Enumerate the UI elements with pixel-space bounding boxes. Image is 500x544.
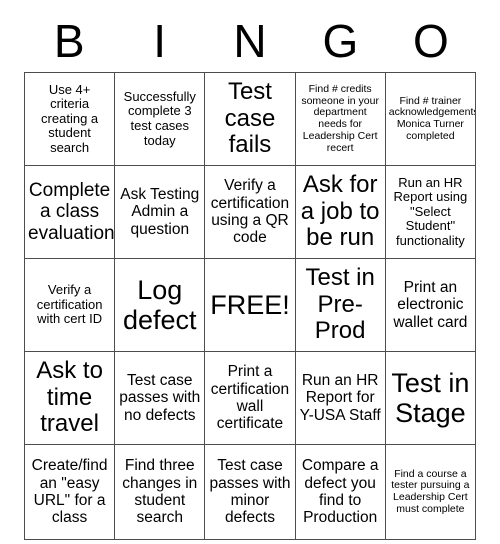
bingo-cell-text: Successfully complete 3 test cases today (123, 88, 196, 148)
bingo-cell[interactable]: Ask Testing Admin a question (114, 165, 206, 259)
bingo-cell-text: Run an HR Report for Y-USA Staff (299, 371, 381, 424)
bingo-grid: Use 4+ criteria creating a student searc… (23, 72, 477, 540)
bingo-cell-text: Compare a defect you find to Production (301, 457, 379, 527)
bingo-cell-text: Ask Testing Admin a question (120, 185, 200, 238)
bingo-cell[interactable]: Test case passes with no defects (114, 351, 206, 445)
bingo-letter-g: G (322, 15, 359, 67)
bingo-row: Complete a class evaluation Ask Testing … (23, 165, 477, 259)
bingo-cell-text: Use 4+ criteria creating a student searc… (41, 81, 99, 155)
bingo-cell[interactable]: Print a certification wall certificate (204, 351, 296, 445)
bingo-cell-text: Complete a class evaluation (28, 180, 115, 244)
bingo-cell[interactable]: Compare a defect you find to Production (294, 444, 386, 540)
bingo-cell-text: Verify a certification using a QR code (210, 177, 290, 247)
bingo-card: B I N G O Use 4+ criteria creating a stu… (0, 0, 500, 544)
bingo-cell[interactable]: Find # trainer acknowledgements Monica T… (384, 72, 477, 166)
bingo-cell-text: Run an HR Report using "Select Student" … (393, 174, 468, 248)
bingo-cell[interactable]: Ask to time travel (23, 351, 116, 445)
bingo-cell[interactable]: Run an HR Report for Y-USA Staff (294, 351, 386, 445)
bingo-cell-text: Log defect (123, 274, 197, 335)
bingo-cell-text: FREE! (210, 289, 290, 320)
bingo-cell[interactable]: Create/find an "easy URL" for a class (23, 444, 116, 540)
bingo-cell-text: Test case fails (224, 77, 276, 159)
bingo-letter-o: O (412, 15, 449, 67)
bingo-cell-text: Find # trainer acknowledgements Monica T… (388, 94, 476, 142)
bingo-cell-free[interactable]: FREE! (204, 258, 296, 352)
bingo-letter-i: I (153, 15, 166, 67)
bingo-cell-text: Find a course a tester pursuing a Leader… (391, 467, 470, 515)
bingo-row: Create/find an "easy URL" for a class Fi… (23, 444, 477, 540)
bingo-cell-text: Create/find an "easy URL" for a class (31, 457, 108, 527)
bingo-cell-text: Verify a certification with cert ID (36, 282, 103, 327)
bingo-cell-text: Print a certification wall certificate (210, 363, 290, 433)
bingo-row: Verify a certification with cert ID Log … (23, 258, 477, 352)
bingo-header: B I N G O (24, 10, 476, 72)
bingo-cell[interactable]: Find # credits someone in your departmen… (294, 72, 386, 166)
bingo-row: Use 4+ criteria creating a student searc… (23, 72, 477, 166)
bingo-cell-text: Ask to time travel (36, 356, 103, 438)
bingo-cell[interactable]: Test in Stage (384, 351, 477, 445)
bingo-cell-text: Test in Stage (391, 367, 470, 428)
bingo-row: Ask to time travel Test case passes with… (23, 351, 477, 445)
bingo-cell[interactable]: Verify a certification with cert ID (23, 258, 116, 352)
bingo-cell-text: Test case passes with no defects (119, 371, 201, 424)
bingo-cell[interactable]: Successfully complete 3 test cases today (114, 72, 206, 166)
bingo-cell-text: Print an electronic wallet card (393, 278, 468, 331)
bingo-cell-text: Ask for a job to be run (300, 170, 380, 252)
bingo-cell-text: Find three changes in student search (122, 457, 198, 527)
bingo-letter-b: B (53, 15, 85, 67)
bingo-cell[interactable]: Print an electronic wallet card (384, 258, 477, 352)
bingo-cell[interactable]: Log defect (114, 258, 206, 352)
bingo-cell[interactable]: Complete a class evaluation (23, 165, 116, 259)
bingo-cell-text: Test case passes with minor defects (209, 457, 291, 527)
bingo-cell[interactable]: Test case passes with minor defects (204, 444, 296, 540)
bingo-cell[interactable]: Ask for a job to be run (294, 165, 386, 259)
bingo-cell[interactable]: Find a course a tester pursuing a Leader… (384, 444, 477, 540)
bingo-cell[interactable]: Test case fails (204, 72, 296, 166)
bingo-cell[interactable]: Test in Pre-Prod (294, 258, 386, 352)
bingo-cell-text: Find # credits someone in your departmen… (301, 82, 379, 154)
bingo-cell[interactable]: Find three changes in student search (114, 444, 206, 540)
bingo-cell-text: Test in Pre-Prod (305, 263, 375, 345)
bingo-letter-n: N (233, 15, 267, 67)
bingo-cell[interactable]: Use 4+ criteria creating a student searc… (23, 72, 116, 166)
bingo-cell[interactable]: Verify a certification using a QR code (204, 165, 296, 259)
bingo-cell[interactable]: Run an HR Report using "Select Student" … (384, 165, 477, 259)
